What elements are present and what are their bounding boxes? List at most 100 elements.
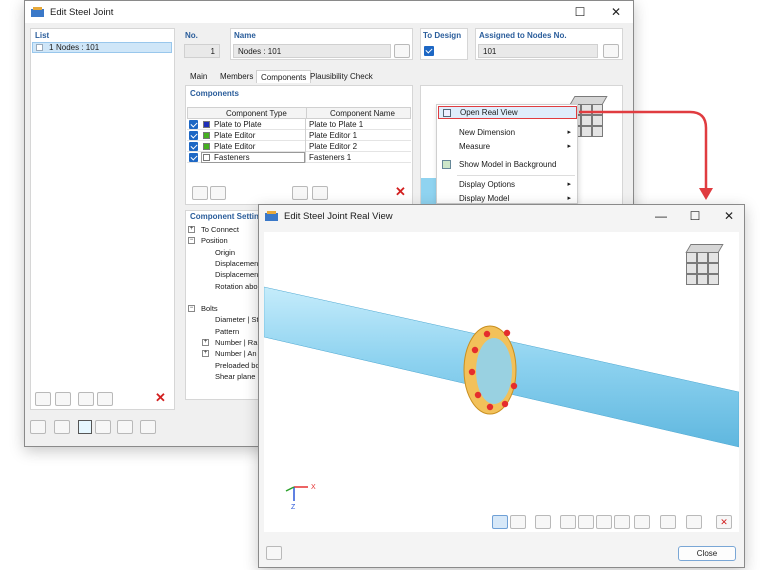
tree-item[interactable]: Displacemen — [215, 259, 258, 268]
tree-item[interactable]: Origin — [215, 248, 235, 257]
menu-item[interactable]: Display Options ▸ — [438, 180, 577, 191]
tree-item[interactable]: Diameter | St — [215, 315, 259, 324]
tree-item[interactable]: Rotation abo — [215, 282, 258, 291]
row-type-edit-box[interactable] — [201, 152, 305, 163]
close-button[interactable]: Close — [678, 546, 736, 561]
view-z-button[interactable] — [596, 515, 612, 529]
submenu-arrow-icon: ▸ — [567, 129, 571, 136]
save-component-button[interactable] — [312, 186, 328, 200]
no-label: No. — [185, 31, 198, 40]
row-checkbox[interactable] — [189, 153, 198, 162]
minimize-icon[interactable]: — — [647, 208, 675, 224]
print-button[interactable] — [686, 515, 702, 529]
tab-components[interactable]: Components — [256, 70, 312, 83]
menu-item-open-real-view[interactable]: Open Real View — [438, 106, 577, 119]
copy-item-button[interactable] — [55, 392, 71, 406]
box-button[interactable] — [660, 515, 676, 529]
cube-face-cell — [708, 274, 719, 285]
cube-top — [685, 244, 724, 253]
table-row[interactable]: Plate to Plate Plate to Plate 1 — [187, 119, 411, 130]
visibility-button[interactable] — [634, 515, 650, 529]
table-header: Component Type Component Name — [187, 107, 411, 119]
tab-plausibility-check[interactable]: Plausibility Check — [306, 70, 377, 83]
model-display-button[interactable] — [535, 515, 551, 529]
tree-item[interactable]: Number | Ra — [215, 338, 257, 347]
row-checkbox[interactable] — [189, 131, 198, 140]
expand-icon[interactable]: + — [202, 339, 209, 346]
real-view-cube-icon[interactable] — [682, 244, 724, 286]
tree-item[interactable]: To Connect — [201, 225, 239, 234]
real-view-app-icon — [265, 210, 278, 222]
search-icon[interactable] — [266, 546, 282, 560]
row-name: Plate Editor 1 — [309, 131, 358, 140]
tree-item[interactable]: Shear plane i — [215, 372, 259, 381]
menu-item-label: Display Model — [459, 194, 510, 203]
tree-item[interactable]: Pattern — [215, 327, 239, 336]
viewport-3d[interactable]: X Z — [264, 232, 739, 532]
view-y-button[interactable] — [578, 515, 594, 529]
tab-members[interactable]: Members — [216, 70, 257, 83]
no-field[interactable]: 1 — [184, 44, 220, 58]
menu-item[interactable]: Show Model in Background — [438, 160, 577, 171]
menu-item-label: Measure — [459, 142, 491, 151]
table-row[interactable]: Fasteners Fasteners 1 — [187, 152, 411, 163]
tab-main[interactable]: Main — [186, 70, 211, 83]
pipe-scene — [264, 286, 739, 448]
expand-icon[interactable]: + — [202, 350, 209, 358]
move-component-button[interactable] — [292, 186, 308, 200]
check-selected-button[interactable] — [97, 392, 113, 406]
tree-item[interactable]: Number | An — [215, 349, 257, 358]
tree-item[interactable]: Preloaded bo — [215, 361, 260, 370]
cube-face-cell — [708, 252, 719, 263]
delete-icon[interactable]: ✕ — [155, 390, 166, 406]
header-component-type: Component Type — [226, 109, 287, 118]
delete-component-icon[interactable]: ✕ — [395, 184, 406, 200]
cube-face-cell — [686, 252, 697, 263]
select-nodes-button[interactable] — [603, 44, 619, 58]
to-design-checkbox[interactable] — [424, 46, 434, 56]
import-component-button[interactable] — [210, 186, 226, 200]
new-item-button[interactable] — [35, 392, 51, 406]
view-iso-button[interactable] — [614, 515, 630, 529]
cube-face-cell — [697, 252, 708, 263]
table-button[interactable] — [95, 420, 111, 434]
name-field[interactable]: Nodes : 101 — [233, 44, 391, 58]
close-icon[interactable]: ✕ — [602, 4, 630, 20]
tree-item[interactable]: Position — [201, 236, 228, 245]
table-row[interactable]: Plate Editor Plate Editor 2 — [187, 141, 411, 152]
real-view-title-bar: Edit Steel Joint Real View — ☐ ✕ — [259, 205, 744, 227]
expand-icon[interactable]: + — [188, 226, 195, 233]
display-button[interactable] — [117, 420, 133, 434]
table-row[interactable]: Plate Editor Plate Editor 1 — [187, 130, 411, 141]
cube-face-cell — [581, 115, 592, 126]
view-x-button[interactable] — [560, 515, 576, 529]
maximize-icon[interactable]: ☐ — [681, 208, 709, 224]
axis-button[interactable] — [510, 515, 526, 529]
row-color-swatch — [203, 121, 210, 128]
formula-button[interactable] — [140, 420, 156, 434]
close-display-button[interactable]: ✕ — [716, 515, 732, 529]
close-window-icon[interactable]: ✕ — [715, 208, 743, 224]
menu-item[interactable]: New Dimension ▸ — [438, 128, 577, 139]
units-button[interactable] — [54, 420, 70, 434]
menu-item[interactable]: Measure ▸ — [438, 142, 577, 153]
tree-item[interactable]: Bolts — [201, 304, 218, 313]
collapse-icon[interactable]: − — [188, 237, 195, 245]
menu-item-label: Show Model in Background — [459, 160, 557, 169]
row-checkbox[interactable] — [189, 142, 198, 151]
list-item[interactable]: 1 Nodes : 101 — [32, 42, 172, 53]
assigned-field[interactable]: 101 — [478, 44, 598, 58]
row-checkbox[interactable] — [189, 120, 198, 129]
render-mode-button[interactable] — [492, 515, 508, 529]
collapse-icon[interactable]: − — [188, 305, 195, 313]
maximize-icon[interactable]: ☐ — [566, 4, 594, 20]
color-swatch-button[interactable] — [78, 420, 92, 434]
row-name: Plate to Plate 1 — [309, 120, 364, 129]
submenu-arrow-icon: ▸ — [567, 143, 571, 150]
check-all-button[interactable] — [78, 392, 94, 406]
add-component-button[interactable] — [192, 186, 208, 200]
search-icon[interactable] — [30, 420, 46, 434]
row-type: Plate Editor — [214, 131, 256, 140]
tree-item[interactable]: Displacemen — [215, 270, 258, 279]
edit-name-button[interactable] — [394, 44, 410, 58]
